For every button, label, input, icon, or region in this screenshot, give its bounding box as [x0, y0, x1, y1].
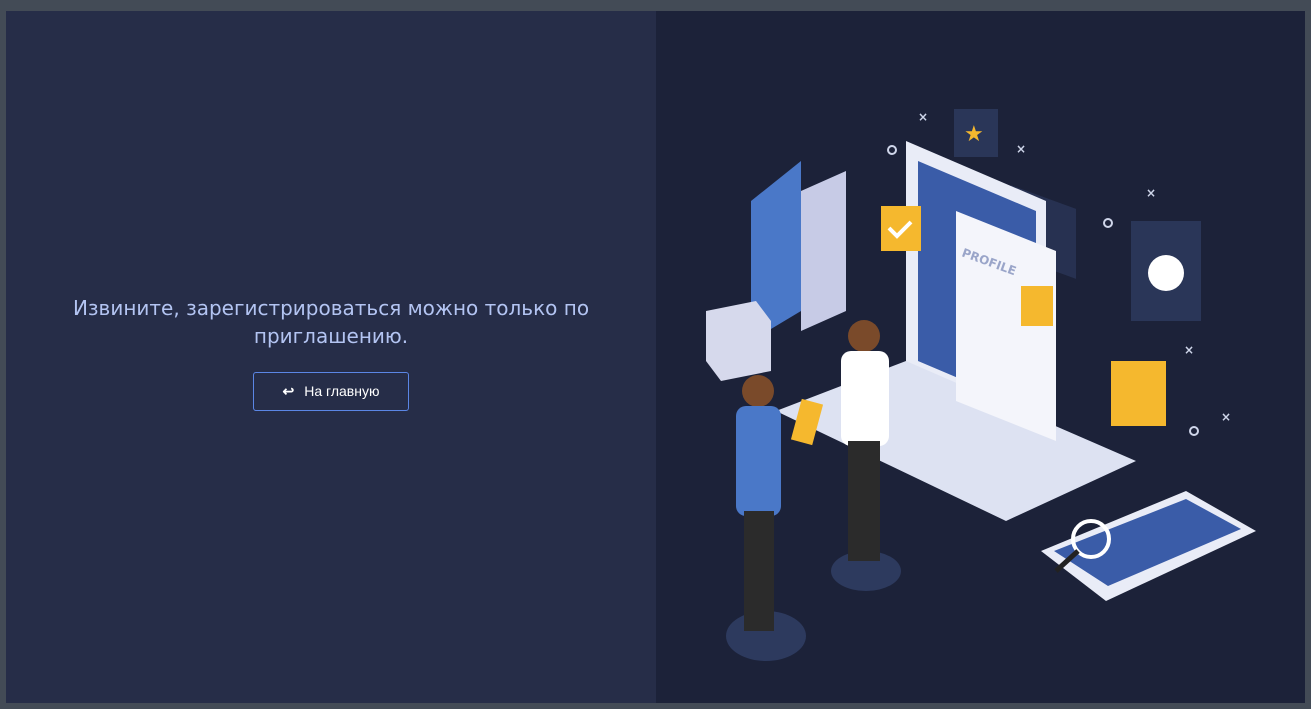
svg-text:×: × [1221, 410, 1231, 424]
home-button[interactable]: ↩ На главную [253, 371, 409, 411]
undo-arrow-icon: ↩ [282, 382, 295, 399]
invite-only-message: Извините, зарегистрироваться можно тольк… [72, 295, 590, 348]
svg-text:★: ★ [964, 122, 984, 147]
message-panel: Извините, зарегистрироваться можно тольк… [6, 11, 656, 703]
person-right [841, 351, 889, 446]
svg-text:×: × [1016, 142, 1026, 156]
page-frame: Извините, зарегистрироваться можно тольк… [6, 11, 1305, 703]
mail-icon [1111, 361, 1166, 426]
svg-text:×: × [1146, 186, 1156, 200]
home-button-label: На главную [304, 383, 380, 399]
svg-text:×: × [1184, 343, 1194, 357]
person-left [736, 406, 781, 516]
profile-illustration: PROFILE ★ ××××× [706, 109, 1256, 661]
check-icon [881, 206, 921, 251]
pie-chart-icon [1148, 255, 1184, 291]
briefcase-icon [706, 301, 771, 381]
illustration-panel: PROFILE ★ × × × × × [656, 11, 1305, 703]
svg-text:×: × [918, 110, 928, 124]
